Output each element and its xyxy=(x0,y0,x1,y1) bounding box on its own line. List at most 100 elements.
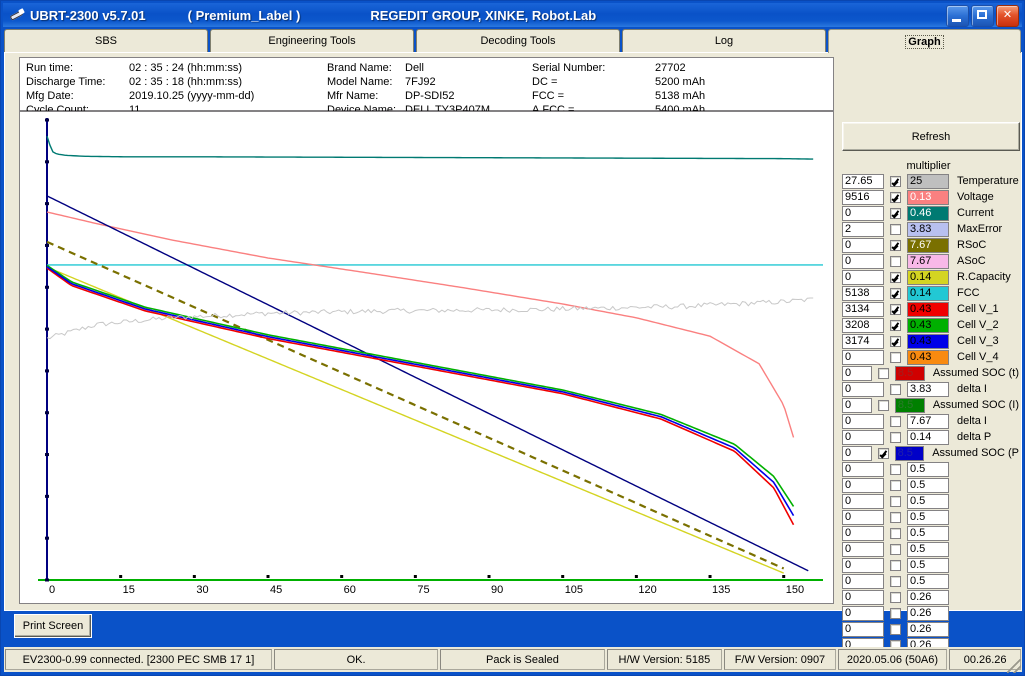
series-multiplier-field[interactable]: 7.67 xyxy=(907,237,949,253)
series-multiplier-field[interactable]: 0.5 xyxy=(907,509,949,525)
tab-engineering-tools[interactable]: Engineering Tools xyxy=(210,29,414,52)
maximize-button[interactable] xyxy=(971,5,994,27)
series-multiplier-field[interactable]: 8.5 xyxy=(894,365,925,381)
series-value-field[interactable]: 0 xyxy=(842,397,872,413)
series-value-field[interactable]: 0 xyxy=(842,253,884,269)
series-value-field[interactable]: 0 xyxy=(842,205,884,221)
series-multiplier-field[interactable]: 0.46 xyxy=(907,205,949,221)
series-multiplier-field[interactable]: 0.43 xyxy=(907,333,949,349)
series-multiplier-field[interactable]: 0.43 xyxy=(907,317,949,333)
series-multiplier-field[interactable]: 0.5 xyxy=(907,541,949,557)
series-visibility-checkbox[interactable] xyxy=(890,335,901,347)
series-multiplier-field[interactable]: 0.26 xyxy=(907,589,949,605)
series-visibility-checkbox[interactable] xyxy=(890,511,901,523)
series-value-field[interactable]: 0 xyxy=(842,589,884,605)
series-visibility-checkbox[interactable] xyxy=(890,431,901,443)
series-visibility-checkbox[interactable] xyxy=(890,479,901,491)
series-value-field[interactable]: 0 xyxy=(842,269,884,285)
tab-sbs[interactable]: SBS xyxy=(4,29,208,52)
series-visibility-checkbox[interactable] xyxy=(890,319,901,331)
series-visibility-checkbox[interactable] xyxy=(890,255,901,267)
series-multiplier-field[interactable]: 3.83 xyxy=(907,221,949,237)
series-value-field[interactable]: 0 xyxy=(842,413,884,429)
series-value-field[interactable]: 0 xyxy=(842,621,884,637)
series-visibility-checkbox[interactable] xyxy=(890,591,901,603)
series-value-field[interactable]: 0 xyxy=(842,365,872,381)
series-visibility-checkbox[interactable] xyxy=(890,191,901,203)
tab-graph[interactable]: Graph xyxy=(828,29,1021,53)
close-button[interactable]: ✕ xyxy=(996,5,1019,27)
series-multiplier-field[interactable]: 0.5 xyxy=(907,477,949,493)
series-multiplier-field[interactable]: 0.5 xyxy=(907,557,949,573)
minimize-button[interactable] xyxy=(946,5,969,27)
series-visibility-checkbox[interactable] xyxy=(890,415,901,427)
series-visibility-checkbox[interactable] xyxy=(890,303,901,315)
series-value-field[interactable]: 9516 xyxy=(842,189,884,205)
series-value-field[interactable]: 0 xyxy=(842,381,884,397)
series-value-field[interactable]: 2 xyxy=(842,221,884,237)
series-value-field[interactable]: 0 xyxy=(842,605,884,621)
series-visibility-checkbox[interactable] xyxy=(890,383,901,395)
series-multiplier-field[interactable]: 8.5 xyxy=(894,397,925,413)
series-multiplier-field[interactable]: 7.67 xyxy=(907,253,949,269)
tab-log[interactable]: Log xyxy=(622,29,826,52)
series-value-field[interactable]: 0 xyxy=(842,525,884,541)
series-visibility-checkbox[interactable] xyxy=(890,527,901,539)
series-value-field[interactable]: 5138 xyxy=(842,285,884,301)
series-visibility-checkbox[interactable] xyxy=(890,175,901,187)
series-multiplier-field[interactable]: 0.14 xyxy=(907,269,949,285)
series-multiplier-field[interactable]: 3.83 xyxy=(907,381,949,397)
series-visibility-checkbox[interactable] xyxy=(890,575,901,587)
resize-grip[interactable] xyxy=(1007,659,1021,673)
legend-row: 0 7.67 RSoC xyxy=(838,237,1019,253)
series-visibility-checkbox[interactable] xyxy=(890,223,901,235)
series-multiplier-field[interactable]: 0.26 xyxy=(907,621,949,637)
series-value-field[interactable]: 0 xyxy=(842,573,884,589)
series-multiplier-field[interactable]: 25 xyxy=(907,173,949,189)
series-multiplier-field[interactable]: 0.14 xyxy=(907,429,949,445)
series-multiplier-field[interactable]: 0.43 xyxy=(907,349,949,365)
series-visibility-checkbox[interactable] xyxy=(890,207,901,219)
series-value-field[interactable]: 0 xyxy=(842,445,872,461)
series-value-field[interactable]: 3134 xyxy=(842,301,884,317)
graph-plot-area[interactable]: 0 15 30 45 60 75 90 105 120 135 150 xyxy=(19,111,834,604)
series-multiplier-field[interactable]: 0.26 xyxy=(907,605,949,621)
series-multiplier-field[interactable]: 0.14 xyxy=(907,285,949,301)
print-screen-button[interactable]: Print Screen xyxy=(14,614,92,638)
series-value-field[interactable]: 0 xyxy=(842,493,884,509)
series-value-field[interactable]: 0 xyxy=(842,237,884,253)
series-visibility-checkbox[interactable] xyxy=(877,447,889,459)
series-multiplier-field[interactable]: 8.5 xyxy=(894,445,925,461)
series-value-field[interactable]: 3174 xyxy=(842,333,884,349)
series-value-field[interactable]: 0 xyxy=(842,461,884,477)
series-multiplier-field[interactable]: 0.5 xyxy=(907,525,949,541)
series-multiplier-field[interactable]: 0.5 xyxy=(907,493,949,509)
series-visibility-checkbox[interactable] xyxy=(890,239,901,251)
series-visibility-checkbox[interactable] xyxy=(890,543,901,555)
series-visibility-checkbox[interactable] xyxy=(890,271,901,283)
series-multiplier-field[interactable]: 0.5 xyxy=(907,461,949,477)
series-multiplier-field[interactable]: 0.43 xyxy=(907,301,949,317)
series-visibility-checkbox[interactable] xyxy=(890,495,901,507)
refresh-button[interactable]: Refresh xyxy=(842,122,1020,151)
series-value-field[interactable]: 0 xyxy=(842,541,884,557)
series-value-field[interactable]: 0 xyxy=(842,349,884,365)
series-visibility-checkbox[interactable] xyxy=(877,399,889,411)
series-visibility-checkbox[interactable] xyxy=(890,287,901,299)
series-value-field[interactable]: 0 xyxy=(842,477,884,493)
series-visibility-checkbox[interactable] xyxy=(877,367,889,379)
series-value-field[interactable]: 0 xyxy=(842,557,884,573)
series-value-field[interactable]: 0 xyxy=(842,429,884,445)
tab-decoding-tools[interactable]: Decoding Tools xyxy=(416,29,620,52)
series-multiplier-field[interactable]: 7.67 xyxy=(907,413,949,429)
series-visibility-checkbox[interactable] xyxy=(890,463,901,475)
series-multiplier-field[interactable]: 0.13 xyxy=(907,189,949,205)
series-visibility-checkbox[interactable] xyxy=(890,607,901,619)
series-visibility-checkbox[interactable] xyxy=(890,623,901,635)
series-multiplier-field[interactable]: 0.5 xyxy=(907,573,949,589)
series-visibility-checkbox[interactable] xyxy=(890,559,901,571)
series-visibility-checkbox[interactable] xyxy=(890,351,901,363)
series-value-field[interactable]: 27.65 xyxy=(842,173,884,189)
series-value-field[interactable]: 3208 xyxy=(842,317,884,333)
series-value-field[interactable]: 0 xyxy=(842,509,884,525)
